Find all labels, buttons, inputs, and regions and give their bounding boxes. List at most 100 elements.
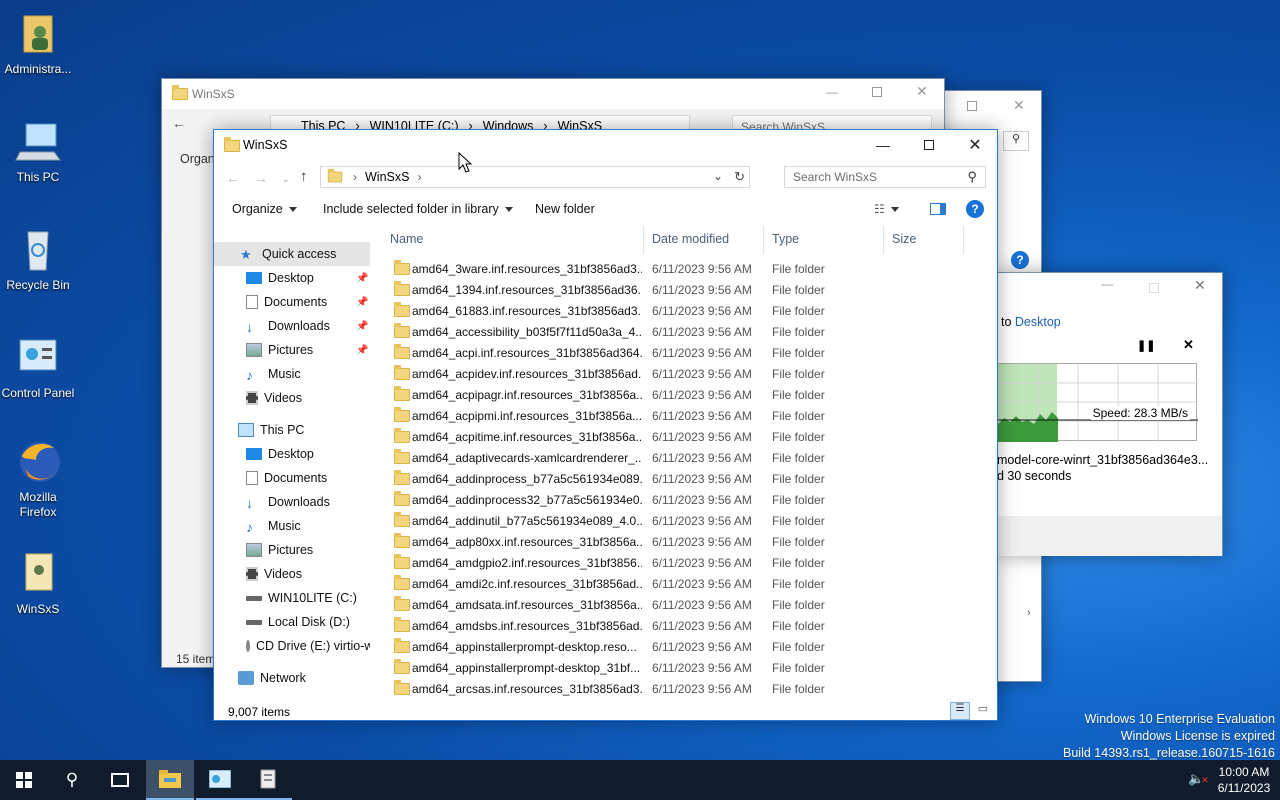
maximize-icon[interactable] [872, 87, 882, 97]
nav-qa-desktop[interactable]: Desktop 📌 [214, 266, 370, 290]
up-button[interactable]: ↑ [300, 168, 308, 185]
nav-qa-videos[interactable]: Videos [214, 386, 370, 410]
pin-icon[interactable]: 📌 [356, 273, 368, 284]
clock[interactable]: 10:00 AM 6/11/2023 [1212, 764, 1276, 796]
file-row[interactable]: amd64_addinprocess32_b77a5c561934e0... 6/… [382, 489, 972, 510]
recent-locations-button[interactable]: ⌄ [282, 174, 290, 185]
file-row[interactable]: amd64_appinstallerprompt-desktop_31bf...… [382, 657, 972, 678]
maximize-icon[interactable] [967, 101, 977, 111]
file-row[interactable]: amd64_addinutil_b77a5c561934e089_4.0....… [382, 510, 972, 531]
nav-pc-documents[interactable]: Documents [214, 466, 370, 490]
close-button[interactable]: ✕ [952, 130, 998, 160]
close-icon[interactable]: ✕ [916, 83, 928, 100]
address-bar[interactable]: › WinSxS › ⌄ ↻ [320, 166, 750, 188]
task-view-button[interactable] [96, 760, 144, 800]
minimize-button[interactable]: — [860, 130, 906, 160]
organize-button[interactable]: Organize [232, 198, 297, 220]
taskbar-file-copy[interactable] [244, 760, 292, 800]
nav-pc-downloads[interactable]: ↓ Downloads [214, 490, 370, 514]
file-row[interactable]: amd64_1394.inf.resources_31bf3856ad36...… [382, 279, 972, 300]
scroll-right-icon[interactable]: › [1027, 607, 1031, 619]
file-row[interactable]: amd64_acpi.inf.resources_31bf3856ad364..… [382, 342, 972, 363]
nav-pc-pictures[interactable]: Pictures [214, 538, 370, 562]
refresh-icon[interactable]: ↻ [734, 169, 745, 185]
destination-link[interactable]: Desktop [1015, 315, 1061, 329]
nav-this-pc[interactable]: This PC [214, 418, 370, 442]
file-row[interactable]: amd64_acpidev.inf.resources_31bf3856ad..… [382, 363, 972, 384]
pin-icon[interactable]: 📌 [356, 321, 368, 332]
desktop-icon-winsxs[interactable]: WinSxS [0, 550, 76, 617]
close-icon[interactable]: ✕ [1013, 97, 1025, 114]
file-row[interactable]: amd64_acpipmi.inf.resources_31bf3856a...… [382, 405, 972, 426]
help-icon[interactable]: ? [1011, 251, 1029, 269]
file-row[interactable]: amd64_amdi2c.inf.resources_31bf3856ad...… [382, 573, 972, 594]
pin-icon[interactable]: 📌 [356, 345, 368, 356]
file-row[interactable]: amd64_adaptivecards-xamlcardrenderer_...… [382, 447, 972, 468]
file-row[interactable]: amd64_addinprocess_b77a5c561934e089.... 6… [382, 468, 972, 489]
forward-button[interactable]: → [254, 170, 268, 186]
details-view-button[interactable]: ☰ [950, 702, 970, 720]
nav-qa-music[interactable]: ♪ Music [214, 362, 370, 386]
file-list[interactable]: ⌃ Name Date modified Type Size amd64_3wa… [382, 226, 982, 702]
file-row[interactable]: amd64_3ware.inf.resources_31bf3856ad3...… [382, 258, 972, 279]
pin-icon[interactable]: 📌 [356, 297, 368, 308]
column-header-date[interactable]: Date modified [644, 226, 764, 254]
nav-qa-pictures[interactable]: Pictures 📌 [214, 338, 370, 362]
column-header-size[interactable]: Size [884, 226, 964, 254]
column-header-type[interactable]: Type [764, 226, 884, 254]
nav-network[interactable]: Network [214, 666, 370, 690]
file-row[interactable]: amd64_amdsata.inf.resources_31bf3856a...… [382, 594, 972, 615]
change-view-button[interactable]: ☷ [874, 198, 899, 220]
preview-pane-button[interactable] [930, 198, 946, 220]
file-row[interactable]: amd64_accessibility_b03f5f7f11d50a3a_4..… [382, 321, 972, 342]
back-button[interactable]: ← [226, 170, 240, 186]
file-row[interactable]: amd64_adp80xx.inf.resources_31bf3856a...… [382, 531, 972, 552]
desktop-icon-recycle-bin[interactable]: Recycle Bin [0, 226, 76, 293]
maximize-button[interactable] [906, 130, 952, 160]
nav-qa-downloads[interactable]: ↓ Downloads 📌 [214, 314, 370, 338]
desktop-icon-control-panel[interactable]: Control Panel [0, 334, 76, 401]
file-row[interactable]: amd64_61883.inf.resources_31bf3856ad3...… [382, 300, 972, 321]
maximize-icon[interactable] [1149, 283, 1159, 293]
breadcrumb-item[interactable]: WinSxS [365, 170, 409, 184]
file-row[interactable]: amd64_acpitime.inf.resources_31bf3856a..… [382, 426, 972, 447]
desktop-icon-administrator[interactable]: Administra... [0, 10, 76, 77]
file-row[interactable]: amd64_amdsbs.inf.resources_31bf3856ad...… [382, 615, 972, 636]
close-icon[interactable]: ✕ [1194, 277, 1206, 294]
column-header-name[interactable]: Name [382, 226, 644, 254]
nav-qa-documents[interactable]: Documents 📌 [214, 290, 370, 314]
search-button[interactable]: ⚲ [48, 760, 96, 800]
search-icon[interactable]: ⚲ [967, 169, 977, 185]
include-in-library-button[interactable]: Include selected folder in library [323, 198, 513, 220]
cancel-icon[interactable]: ✕ [1183, 337, 1194, 353]
file-row[interactable]: amd64_appinstallerprompt-desktop.reso...… [382, 636, 972, 657]
nav-pc-music[interactable]: ♪ Music [214, 514, 370, 538]
nav-drive-d[interactable]: Local Disk (D:) [214, 610, 370, 634]
search-icon[interactable]: ⚲ [1003, 131, 1029, 151]
nav-pc-desktop[interactable]: Desktop [214, 442, 370, 466]
pause-icon[interactable]: ❚❚ [1137, 339, 1155, 352]
nav-drive-c[interactable]: WIN10LITE (C:) [214, 586, 370, 610]
file-row[interactable]: amd64_amdgpio2.inf.resources_31bf3856...… [382, 552, 972, 573]
desktop-icon-firefox[interactable]: Mozilla Firefox [0, 438, 76, 520]
help-button[interactable]: ? [966, 198, 984, 220]
search-input[interactable]: Search WinSxS ⚲ [784, 166, 986, 188]
start-button[interactable] [0, 760, 48, 800]
minimize-icon[interactable]: — [826, 85, 838, 99]
copy-progress-dialog[interactable]: — ✕ to Desktop ❚❚ ✕ Speed: 28.3 MB/s mod… [996, 272, 1223, 556]
navigation-pane[interactable]: ★ Quick access Desktop 📌 Documents 📌 ↓ Dow… [214, 226, 382, 702]
file-row[interactable]: amd64_acpipagr.inf.resources_31bf3856a..… [382, 384, 972, 405]
nav-drive-e[interactable]: CD Drive (E:) virtio-win [214, 634, 370, 658]
minimize-icon[interactable]: — [1101, 277, 1113, 291]
nav-pc-videos[interactable]: Videos [214, 562, 370, 586]
large-icons-view-button[interactable]: ▭ [974, 702, 992, 720]
ribbon-label[interactable]: Organ [180, 152, 215, 166]
desktop-icon-this-pc[interactable]: This PC [0, 118, 76, 185]
file-row[interactable]: amd64_arcsas.inf.resources_31bf3856ad3..… [382, 678, 972, 699]
explorer-window[interactable]: WinSxS — ✕ ← → ⌄ ↑ › WinSxS › ⌄ ↻ Search… [213, 129, 998, 721]
new-folder-button[interactable]: New folder [535, 198, 595, 220]
volume-button[interactable]: 🔈✕ [1188, 771, 1209, 787]
taskbar-file-explorer[interactable] [146, 760, 194, 800]
taskbar-control-panel[interactable] [196, 760, 244, 800]
title-bar[interactable]: WinSxS — ✕ [214, 130, 997, 160]
